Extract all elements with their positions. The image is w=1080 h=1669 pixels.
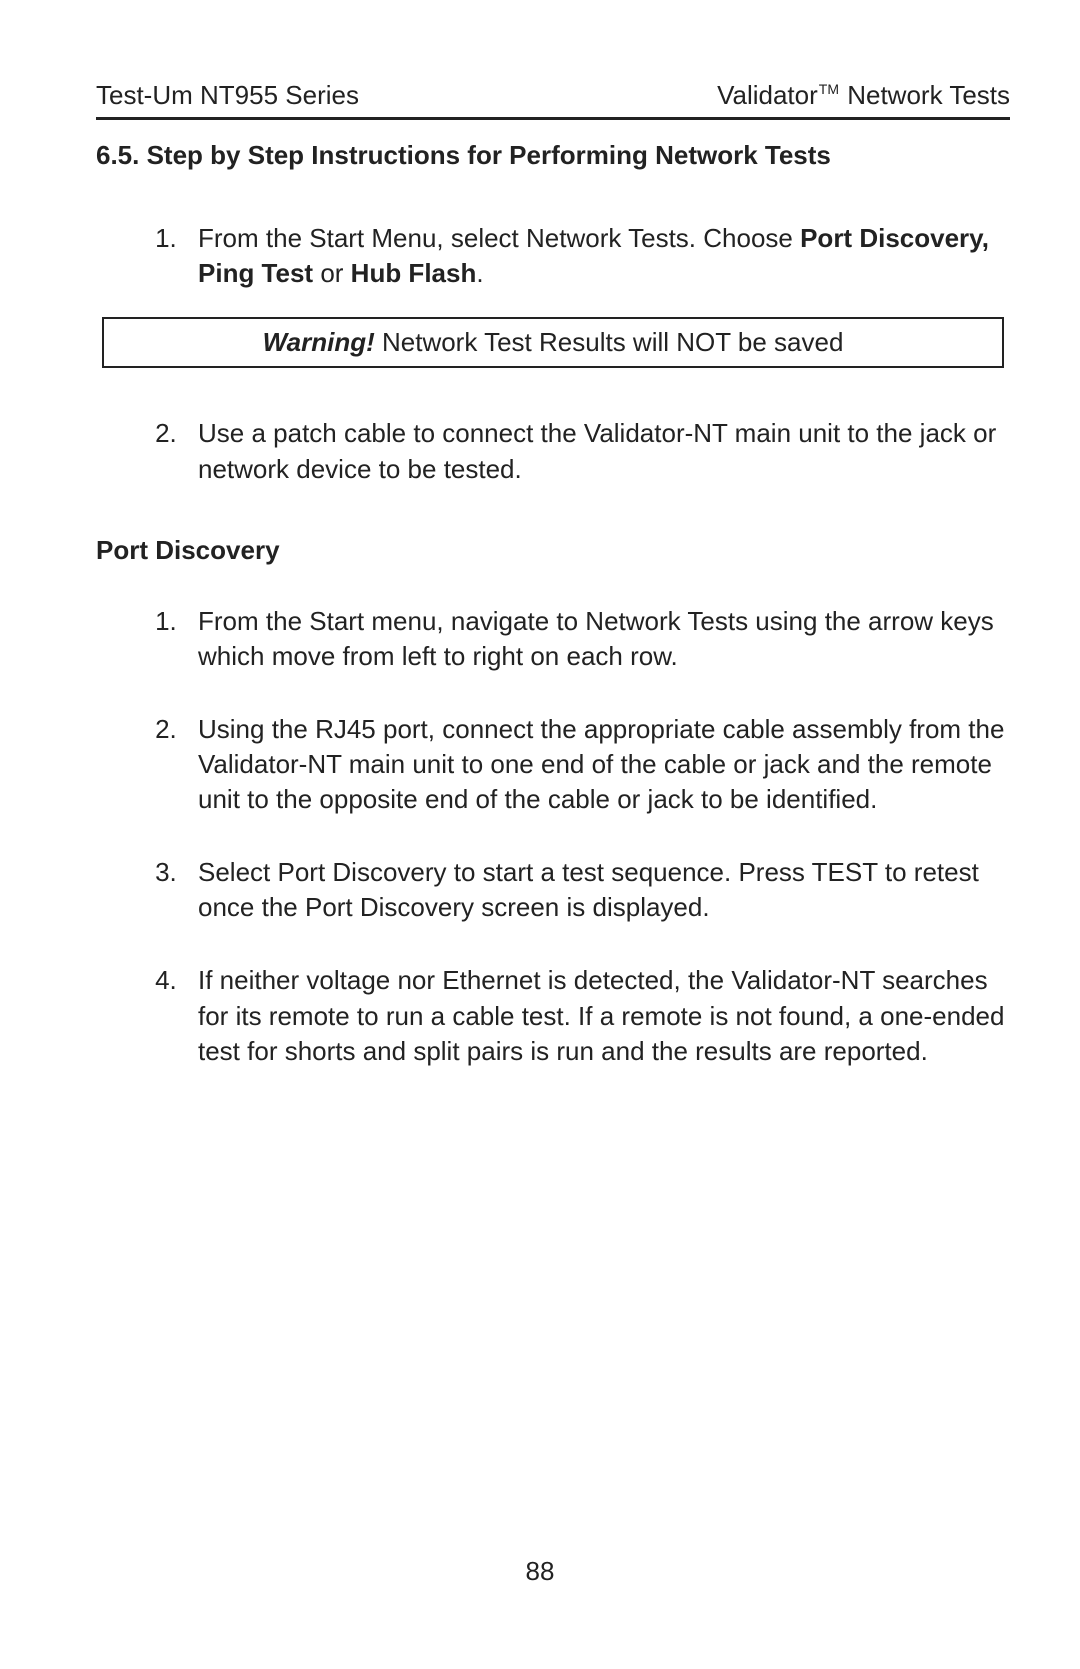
intro-step-1-text-e: . [476, 258, 483, 288]
intro-step-2: Use a patch cable to connect the Validat… [184, 416, 1010, 486]
manual-page: Test-Um NT955 Series ValidatorTM Network… [0, 0, 1080, 1669]
header-right: ValidatorTM Network Tests [717, 78, 1010, 113]
port-discovery-heading: Port Discovery [96, 533, 1010, 568]
pd-step-4: If neither voltage nor Ethernet is detec… [184, 963, 1010, 1068]
pd-step-2: Using the RJ45 port, connect the appropr… [184, 712, 1010, 817]
header-left: Test-Um NT955 Series [96, 78, 359, 113]
intro-step-1-text-c: or [313, 258, 351, 288]
intro-step-1-bold-2: Hub Flash [351, 258, 477, 288]
intro-step-1-text-a: From the Start Menu, select Network Test… [198, 223, 800, 253]
warning-box: Warning! Network Test Results will NOT b… [102, 317, 1004, 368]
port-discovery-steps: From the Start menu, navigate to Network… [96, 604, 1010, 1069]
page-number: 88 [0, 1554, 1080, 1589]
warning-label: Warning! [263, 327, 375, 357]
intro-step-1: From the Start Menu, select Network Test… [184, 221, 1010, 291]
intro-step-list-cont: Use a patch cable to connect the Validat… [96, 416, 1010, 486]
section-title: 6.5. Step by Step Instructions for Perfo… [96, 138, 1010, 173]
pd-step-1: From the Start menu, navigate to Network… [184, 604, 1010, 674]
trademark-symbol: TM [818, 81, 840, 97]
warning-text: Network Test Results will NOT be saved [375, 327, 844, 357]
header-right-post: Network Tests [840, 80, 1010, 110]
header-right-pre: Validator [717, 80, 818, 110]
pd-step-3: Select Port Discovery to start a test se… [184, 855, 1010, 925]
intro-step-list: From the Start Menu, select Network Test… [96, 221, 1010, 291]
page-header: Test-Um NT955 Series ValidatorTM Network… [96, 78, 1010, 120]
